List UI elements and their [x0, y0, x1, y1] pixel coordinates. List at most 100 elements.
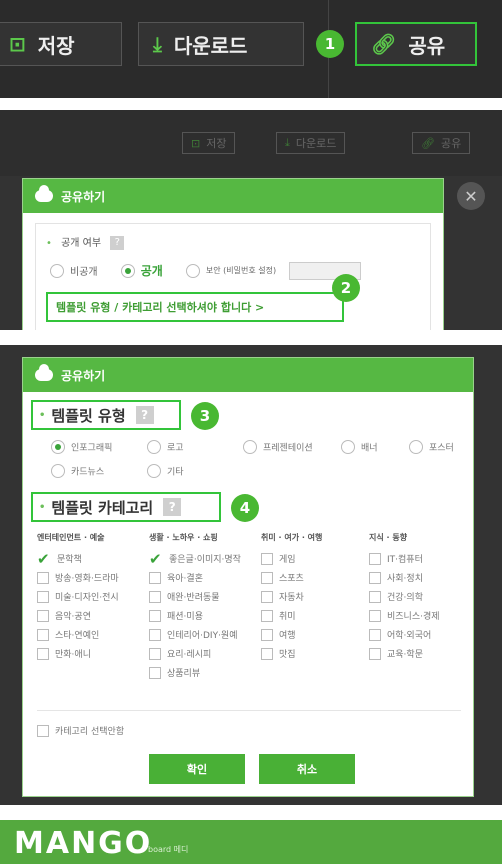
category-column-header: 지식 · 동향 — [369, 533, 408, 542]
category-checkbox[interactable] — [37, 590, 49, 603]
download-icon: ⤓ — [285, 136, 290, 149]
share-dialog-full: 공유하기 • 템플릿 유형 ? 3 인포그래픽 로고 프레젠테이션 배너 포스터… — [22, 357, 474, 797]
category-label: 음악·공연 — [55, 612, 91, 622]
type-infographic: 인포그래픽 — [71, 443, 113, 454]
category-checkbox[interactable] — [261, 552, 273, 565]
option-private: 비공개 — [70, 267, 98, 278]
category-checkbox[interactable] — [37, 609, 49, 622]
category-checkbox[interactable] — [369, 590, 381, 603]
download-icon: ⤓ — [153, 32, 162, 56]
category-checkbox[interactable] — [149, 647, 161, 660]
category-label: 어학·외국어 — [387, 631, 432, 641]
category-checkbox[interactable] — [261, 590, 273, 603]
category-label: 육아·결혼 — [167, 574, 203, 584]
radio-banner[interactable] — [341, 440, 355, 454]
radio-cardnews[interactable] — [51, 464, 65, 478]
radio-public[interactable] — [120, 263, 135, 278]
category-label: 인테리어·DIY·원예 — [167, 631, 238, 641]
category-label: 좋은글·이미지·명작 — [169, 555, 241, 565]
visibility-label: 공개 여부 — [61, 238, 102, 249]
category-item: 인테리어·DIY·원예 — [149, 624, 257, 643]
category-checkbox[interactable] — [261, 628, 273, 641]
category-column: 지식 · 동향 IT·컴퓨터 사회·정치 건강·의학 비즈니스·경제 어학·외국어 교육·학… — [369, 532, 477, 662]
step-badge-3: 3 — [191, 402, 219, 430]
category-checkbox[interactable] — [261, 571, 273, 584]
category-item: 패션·미용 — [149, 605, 257, 624]
radio-logo[interactable] — [147, 440, 161, 454]
category-checkbox[interactable] — [369, 552, 381, 565]
dialog-header: 공유하기 — [23, 179, 443, 213]
step-badge-4: 4 — [231, 494, 259, 522]
bullet-icon: • — [39, 409, 46, 421]
category-label: 취미 — [279, 612, 296, 622]
category-checkbox[interactable] — [149, 666, 161, 679]
help-icon[interactable]: ? — [110, 236, 125, 250]
category-grid: 엔터테인먼트 · 예술 ✔ 문학책 방송·영화·드라마 미술·디자인·전시 음악·공연 스타… — [37, 532, 467, 708]
category-label: 교육·학문 — [387, 650, 423, 660]
visibility-row: • 공개 여부 ? — [46, 234, 125, 250]
category-checkbox[interactable]: ✔ — [149, 551, 163, 566]
category-item: 교육·학문 — [369, 643, 477, 662]
no-category-checkbox[interactable] — [37, 724, 49, 737]
share-button-dim[interactable]: 🔗︎ 공유 — [412, 132, 471, 154]
category-checkbox[interactable] — [149, 590, 161, 603]
category-checkbox[interactable] — [369, 647, 381, 660]
close-icon[interactable]: ✕ — [457, 182, 485, 210]
type-heading-text: 템플릿 유형 — [51, 406, 126, 425]
confirm-button[interactable]: 확인 — [149, 754, 245, 784]
category-checkbox[interactable] — [369, 571, 381, 584]
category-checkbox[interactable] — [369, 609, 381, 622]
category-checkbox[interactable]: ✔ — [37, 551, 51, 566]
save-icon: ⊡ — [9, 32, 26, 56]
category-label: 요리·레시피 — [167, 650, 212, 660]
help-icon[interactable]: ? — [163, 498, 182, 516]
category-checkbox[interactable] — [37, 647, 49, 660]
category-label: 패션·미용 — [167, 612, 203, 622]
category-checkbox[interactable] — [149, 609, 161, 622]
template-category-heading: • 템플릿 카테고리 ? — [31, 492, 221, 522]
share-label: 공유 — [408, 33, 446, 58]
category-notice[interactable]: 템플릿 유형 / 카테고리 선택하셔야 합니다 > — [46, 292, 344, 322]
cancel-button[interactable]: 취소 — [259, 754, 355, 784]
radio-poster[interactable] — [409, 440, 423, 454]
category-checkbox[interactable] — [261, 647, 273, 660]
category-checkbox[interactable] — [261, 609, 273, 622]
logo-subtitle: board 메디 — [148, 845, 189, 854]
category-checkbox[interactable] — [37, 571, 49, 584]
toolbar-zoom: ⊡ 저장 ⤓ 다운로드 1 🔗︎ 공유 — [0, 0, 502, 98]
download-button-dim[interactable]: ⤓ 다운로드 — [276, 132, 346, 154]
category-label: 미술·디자인·전시 — [55, 593, 119, 603]
bullet-icon: • — [39, 501, 46, 513]
radio-secure[interactable] — [185, 263, 200, 278]
category-checkbox[interactable] — [37, 628, 49, 641]
category-column-header: 엔터테인먼트 · 예술 — [37, 533, 105, 542]
cat-heading-text: 템플릿 카테고리 — [51, 498, 154, 517]
radio-private[interactable] — [50, 263, 64, 278]
radio-etc[interactable] — [147, 464, 161, 478]
radio-infographic[interactable] — [51, 440, 65, 454]
save-button-dim[interactable]: ⊡ 저장 — [182, 132, 236, 154]
link-icon: 🔗︎ — [421, 136, 435, 150]
save-label: 저장 — [37, 33, 75, 58]
share-button[interactable]: 🔗︎ 공유 — [355, 22, 477, 66]
save-button[interactable]: ⊡ 저장 — [0, 22, 122, 66]
radio-presentation[interactable] — [243, 440, 257, 454]
category-item: ✔ 문학책 — [37, 548, 145, 567]
category-item: 육아·결혼 — [149, 567, 257, 586]
dialog-title: 공유하기 — [61, 189, 106, 204]
category-checkbox[interactable] — [149, 571, 161, 584]
category-item: ✔ 좋은글·이미지·명작 — [149, 548, 257, 567]
step-badge-2: 2 — [332, 274, 360, 302]
category-item: 스타·연예인 — [37, 624, 145, 643]
category-label: 비즈니스·경제 — [387, 612, 440, 622]
download-button[interactable]: ⤓ 다운로드 — [138, 22, 304, 66]
divider — [37, 710, 461, 711]
category-checkbox[interactable] — [369, 628, 381, 641]
category-label: 자동차 — [279, 593, 304, 603]
help-icon[interactable]: ? — [135, 406, 154, 424]
dialog-header: 공유하기 — [23, 358, 473, 392]
type-presentation: 프레젠테이션 — [263, 443, 313, 454]
share-dialog-preview: ⊡ 저장 ⤓ 다운로드 🔗︎ 공유 ✕ 공유하기 • 공개 여부 ? 비공개 공… — [0, 110, 502, 330]
category-item: 요리·레시피 — [149, 643, 257, 662]
category-checkbox[interactable] — [149, 628, 161, 641]
